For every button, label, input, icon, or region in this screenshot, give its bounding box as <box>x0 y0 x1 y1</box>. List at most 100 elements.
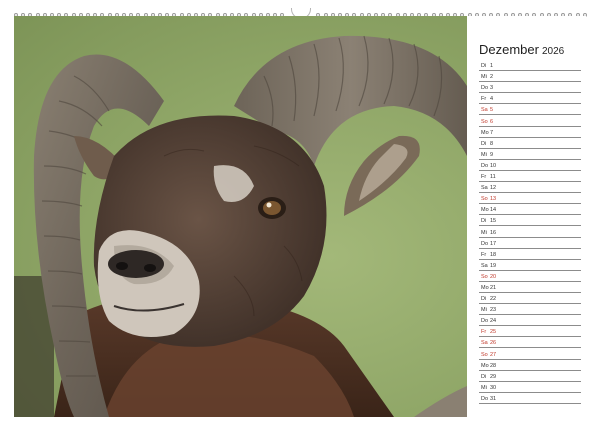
day-number: 18 <box>490 251 497 258</box>
weekday-label: Mi <box>481 151 487 158</box>
day-row: Do 3 <box>479 82 581 94</box>
day-row: Mo 14 <box>479 204 581 216</box>
day-number: 30 <box>490 384 497 391</box>
day-number: 8 <box>490 140 494 147</box>
day-number: 3 <box>490 85 494 92</box>
day-row: Mo 28 <box>479 360 581 371</box>
day-row: Mi 16 <box>479 226 581 238</box>
day-number: 1 <box>490 63 494 70</box>
day-number: 17 <box>490 240 497 247</box>
weekday-label: Mo <box>481 362 489 369</box>
weekday-label: Mi <box>481 74 487 81</box>
weekday-label: So <box>481 351 488 358</box>
weekday-label: Do <box>481 162 489 169</box>
day-row: So 6 <box>479 115 581 127</box>
weekday-label: Do <box>481 240 489 247</box>
weekday-label: Mi <box>481 307 487 314</box>
day-list: Di 1 Mi 2 Do 3 Fr 4 Sa 5 So 6 Mo 7 Di 8 Mi 9 Do 10 Fr 11 Sa 12 S… <box>479 60 581 404</box>
weekday-label: Fr <box>481 96 487 103</box>
day-row: Sa 5 <box>479 104 581 116</box>
day-row: Fr 18 <box>479 249 581 260</box>
day-row: Di 15 <box>479 215 581 227</box>
day-number: 31 <box>490 395 497 402</box>
weekday-label: Sa <box>481 262 488 269</box>
day-number: 12 <box>490 185 497 192</box>
weekday-label: Sa <box>481 185 488 192</box>
day-row: Sa 26 <box>479 337 581 349</box>
weekday-label: Do <box>481 318 489 325</box>
day-number: 24 <box>490 318 497 325</box>
day-number: 22 <box>490 296 497 303</box>
weekday-label: Mi <box>481 384 487 391</box>
day-number: 13 <box>490 196 497 203</box>
day-row: Mi 9 <box>479 149 581 160</box>
day-number: 10 <box>490 162 497 169</box>
month-name: Dezember <box>479 42 539 57</box>
weekday-label: Sa <box>481 107 488 114</box>
day-number: 25 <box>490 329 497 336</box>
day-row: Di 29 <box>479 371 581 382</box>
weekday-label: Mo <box>481 284 489 291</box>
day-number: 27 <box>490 351 497 358</box>
day-number: 19 <box>490 262 497 269</box>
day-number: 5 <box>490 107 494 114</box>
weekday-label: So <box>481 273 488 280</box>
weekday-label: Mo <box>481 129 489 136</box>
day-number: 4 <box>490 96 494 103</box>
day-row: Mi 30 <box>479 382 581 393</box>
day-number: 7 <box>490 129 494 136</box>
day-number: 9 <box>490 151 494 158</box>
day-number: 23 <box>490 307 497 314</box>
weekday-label: Fr <box>481 174 487 181</box>
day-row: Di 1 <box>479 60 581 72</box>
day-row: So 13 <box>479 193 581 205</box>
year-label: 2026 <box>541 46 565 57</box>
calendar-panel: Dezember 2026 Di 1 Mi 2 Do 3 Fr 4 Sa 5 So 6 Mo 7 Di 8 Mi 9… <box>467 16 586 417</box>
weekday-label: So <box>481 196 488 203</box>
day-row: Mi 23 <box>479 304 581 316</box>
day-row: Do 31 <box>479 393 581 404</box>
day-number: 28 <box>490 362 497 369</box>
mouflon-ram-photo <box>14 16 467 417</box>
day-row: Mo 7 <box>479 127 581 138</box>
day-row: Fr 11 <box>479 171 581 183</box>
day-number: 20 <box>490 273 497 280</box>
weekday-label: Fr <box>481 251 487 258</box>
weekday-label: Di <box>481 218 487 225</box>
day-number: 29 <box>490 373 497 380</box>
day-number: 2 <box>490 74 494 81</box>
weekday-label: Fr <box>481 329 487 336</box>
weekday-label: Di <box>481 296 487 303</box>
day-row: Do 10 <box>479 160 581 171</box>
day-row: Di 22 <box>479 293 581 305</box>
day-number: 6 <box>490 118 494 125</box>
day-row: Fr 25 <box>479 326 581 338</box>
weekday-label: So <box>481 118 488 125</box>
day-number: 26 <box>490 340 497 347</box>
day-row: Do 24 <box>479 315 581 327</box>
weekday-label: Do <box>481 395 489 402</box>
day-row: Do 17 <box>479 238 581 249</box>
day-number: 16 <box>490 229 497 236</box>
weekday-label: Mo <box>481 207 489 214</box>
day-row: So 20 <box>479 271 581 282</box>
weekday-label: Mi <box>481 229 487 236</box>
weekday-label: Di <box>481 63 487 70</box>
weekday-label: Do <box>481 85 489 92</box>
photo-illustration <box>14 35 467 417</box>
day-number: 15 <box>490 218 497 225</box>
weekday-label: Di <box>481 140 487 147</box>
weekday-label: Di <box>481 373 487 380</box>
day-row: Mo 21 <box>479 282 581 293</box>
day-row: Sa 12 <box>479 182 581 194</box>
calendar-page: Dezember 2026 Di 1 Mi 2 Do 3 Fr 4 Sa 5 So 6 Mo 7 Di 8 Mi 9… <box>0 0 600 432</box>
day-number: 21 <box>490 284 497 291</box>
day-number: 11 <box>490 174 496 181</box>
day-number: 14 <box>490 207 497 214</box>
month-title: Dezember 2026 <box>479 42 564 57</box>
day-row: Mi 2 <box>479 71 581 83</box>
day-row: So 27 <box>479 348 581 360</box>
weekday-label: Sa <box>481 340 488 347</box>
day-row: Sa 19 <box>479 260 581 271</box>
day-row: Fr 4 <box>479 93 581 105</box>
